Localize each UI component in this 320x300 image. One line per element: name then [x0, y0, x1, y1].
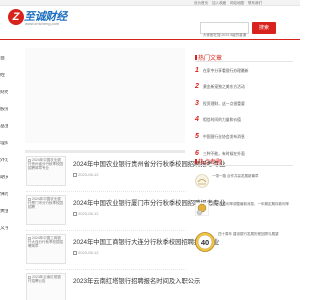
rank-number: 3	[195, 100, 199, 107]
hot-article-item[interactable]: 5 中国银行业协会发布消息	[195, 133, 293, 143]
calendar-icon	[73, 251, 77, 255]
topic-text[interactable]: 四十周年 建设银行发展历程回顾与展望	[218, 232, 292, 236]
belt-road-thumbnail[interactable]	[195, 174, 209, 188]
hot-article-link[interactable]: 中国银行业协会发布消息	[203, 135, 245, 140]
top-link-favorite[interactable]: 加入收藏	[212, 1, 226, 5]
hot-article-item[interactable]: 1 在家中分享看银行办理最新	[195, 67, 293, 77]
rank-number: 5	[195, 133, 199, 140]
topic-item[interactable]: 银行存款利率调整最新消息，一年期定期存款利率	[195, 202, 293, 232]
topic-text[interactable]: 银行存款利率调整最新消息，一年期定期存款利率	[212, 202, 292, 206]
thumbnail-alt-text: 2024年中国农业银行贵州省分行秋季校园招聘简章专业	[28, 158, 63, 171]
hot-article-link[interactable]: 在家中分享看银行办理最新	[203, 69, 249, 74]
right-sidebar: 热门文章 1 在家中分享看银行办理最新 2 黄金新宠独之美东方活动 3 投资理财…	[195, 40, 293, 300]
rank-number: 4	[195, 116, 199, 123]
left-nav: 首 经 财经 股票 基金 理财 外汇 期货 保险 黄金 文学	[0, 56, 8, 243]
nav-item[interactable]: 基金	[0, 124, 8, 141]
rank-number: 2	[195, 83, 199, 90]
article-thumbnail[interactable]: 2023年云南红塔银行招聘公告	[26, 273, 66, 300]
hot-topics-header: 热点专题	[195, 156, 293, 166]
article-item[interactable]: 2023年云南红塔银行招聘公告 2023年云南红塔银行招聘报名时间及入职公示	[26, 271, 200, 300]
article-thumbnail[interactable]: 2024年中国工商银行大连分行秋季校园招聘简章	[26, 234, 66, 264]
hot-article-item[interactable]: 2 黄金新宠独之美东方活动	[195, 83, 293, 93]
nav-item[interactable]: 理财	[0, 141, 8, 158]
calendar-icon	[73, 212, 77, 216]
topic-text[interactable]: 一带一路 合作共赢发展新篇章	[212, 174, 292, 178]
svg-text:40: 40	[201, 238, 209, 247]
thumbnail-alt-text: 2024年中国农业银行厦门市分行秋季校园招聘	[28, 197, 63, 210]
top-links: 设为首页 加入收藏 网站地图 联系我们	[191, 0, 262, 6]
coin-thumbnail[interactable]	[195, 202, 209, 216]
article-thumbnail[interactable]: 2024年中国农业银行贵州省分行秋季校园招聘简章专业	[26, 156, 66, 186]
nav-item[interactable]: 文学	[0, 226, 8, 243]
nav-item[interactable]: 首	[0, 56, 8, 73]
article-date: 2023-08-12	[73, 172, 98, 177]
hot-article-link[interactable]: 投资理财，这一点很重要	[203, 102, 245, 107]
topic-item[interactable]: 40 四十周年 建设银行发展历程回顾与展望	[195, 232, 293, 262]
article-item[interactable]: 2024年中国工商银行大连分行秋季校园招聘简章 2024年中国工商银行大连分行秋…	[26, 232, 219, 270]
top-utility-bar: 设为首页 加入收藏 网站地图 联系我们	[0, 0, 300, 6]
hot-articles-title: 热门文章	[198, 56, 223, 62]
section-bar	[25, 150, 185, 153]
search-box	[200, 22, 249, 40]
nav-item[interactable]: 期货	[0, 175, 8, 192]
search-button[interactable]: 搜索	[252, 22, 276, 34]
article-title[interactable]: 2023年云南红塔银行招聘报名时间及入职公示	[73, 276, 200, 285]
header-accent	[195, 159, 197, 164]
topic-item[interactable]: 一带一路 合作共赢发展新篇章	[195, 174, 293, 204]
hot-articles-header: 热门文章	[195, 52, 293, 62]
date-text: 2023-08-12	[78, 250, 99, 255]
nav-item[interactable]: 股票	[0, 107, 8, 124]
banner-area	[25, 48, 185, 143]
header-accent	[195, 55, 197, 60]
article-date: 2023-08-12	[73, 211, 98, 216]
nav-item[interactable]: 财经	[0, 90, 8, 107]
hot-article-item[interactable]: 4 相信时间的力量和价值	[195, 116, 293, 126]
logo-mark-icon: Z	[8, 9, 24, 25]
nav-item[interactable]: 保险	[0, 192, 8, 209]
article-item[interactable]: 2024年中国农业银行厦门市分行秋季校园招聘 2024年中国农业银行厦门市分行秋…	[26, 193, 226, 231]
nav-item[interactable]: 经	[0, 73, 8, 90]
anniversary-emblem-thumbnail[interactable]: 40	[195, 232, 215, 252]
thumbnail-alt-text: 2024年中国工商银行大连分行秋季校园招聘简章	[28, 236, 63, 249]
main-column: 2024年中国农业银行贵州省分行秋季校园招聘简章专业 2024年中国农业银行贵州…	[10, 40, 226, 300]
article-date: 2023-08-12	[73, 250, 98, 255]
rank-number: 1	[195, 67, 199, 74]
date-text: 2023-08-12	[78, 172, 99, 177]
hot-article-item[interactable]: 3 投资理财，这一点很重要	[195, 100, 293, 110]
top-link-sitemap[interactable]: 网站地图	[230, 1, 244, 5]
top-link-home[interactable]: 设为首页	[194, 1, 208, 5]
nav-item[interactable]: 外汇	[0, 158, 8, 175]
hot-article-link[interactable]: 黄金新宠独之美东方活动	[203, 85, 245, 90]
article-thumbnail[interactable]: 2024年中国农业银行厦门市分行秋季校园招聘	[26, 195, 66, 225]
top-link-contact[interactable]: 联系我们	[248, 1, 262, 5]
date-text: 2023-08-12	[78, 211, 99, 216]
thumbnail-alt-text: 2023年云南红塔银行招聘公告	[28, 275, 61, 284]
hot-article-link[interactable]: 相信时间的力量和价值	[203, 118, 241, 123]
logo-url: www.zhicheng.com	[25, 21, 60, 26]
hot-topics-title: 热点专题	[198, 160, 223, 166]
calendar-icon	[73, 173, 77, 177]
article-item[interactable]: 2024年中国农业银行贵州省分行秋季校园招聘简章专业 2024年中国农业银行贵州…	[26, 154, 226, 192]
nav-item[interactable]: 黄金	[0, 209, 8, 226]
site-logo[interactable]: Z 至诚财经 www.zhicheng.com	[8, 8, 67, 30]
